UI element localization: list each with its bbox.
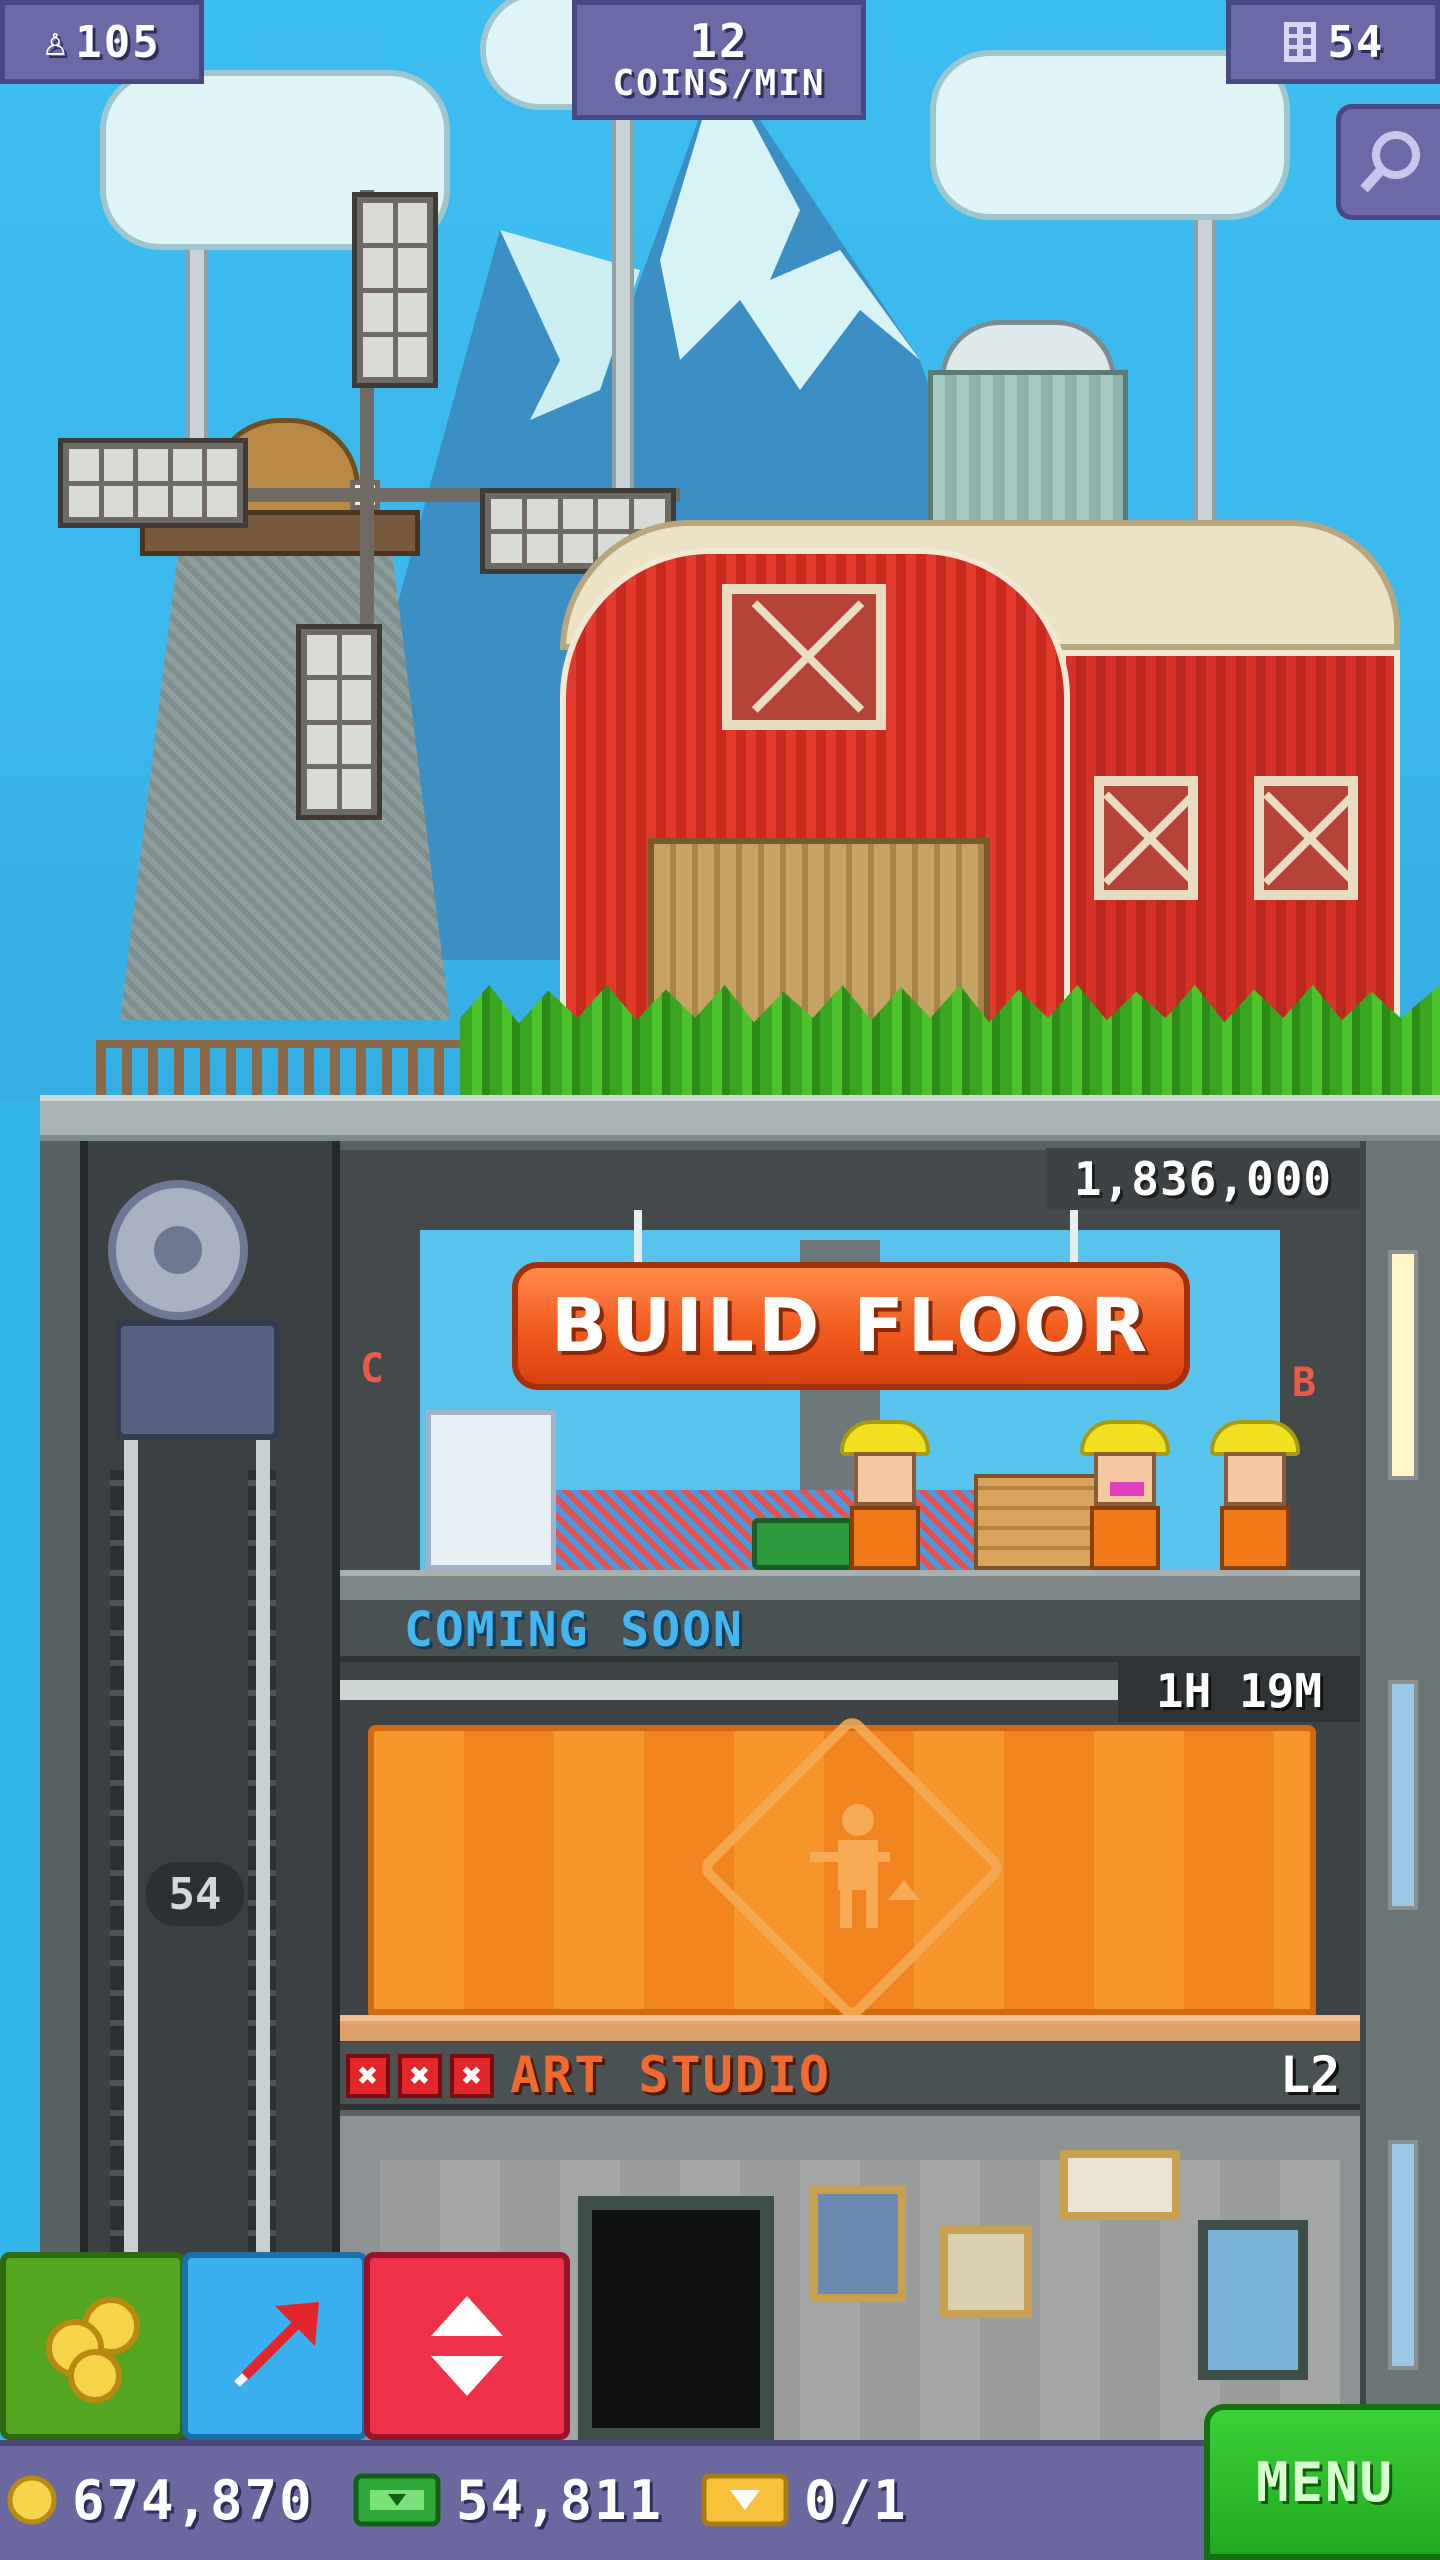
floor-tag-right: B	[1292, 1360, 1317, 1406]
population-value: 105	[75, 16, 161, 68]
wall-painting	[1060, 2150, 1180, 2220]
windmill-sail	[58, 438, 248, 528]
coins-rate-label: COINS/MIN	[612, 63, 826, 105]
arrow-up-right-icon	[234, 2302, 319, 2387]
coins-icon	[46, 2297, 140, 2403]
tower-side-window	[1388, 1680, 1418, 1910]
construction-worker	[1210, 1420, 1300, 1570]
tower-side-window	[1388, 2140, 1418, 2370]
coins-value: 674,870	[72, 2468, 314, 2532]
coins-button[interactable]	[0, 2252, 186, 2440]
art-studio-doorway	[578, 2196, 774, 2442]
material-block	[426, 1410, 556, 1570]
art-studio-window	[1198, 2220, 1308, 2380]
menu-button[interactable]: MENU	[1204, 2404, 1440, 2560]
bux-icon	[353, 2473, 441, 2527]
construction-status-text: COMING SOON	[404, 1602, 744, 1658]
worker-digging-icon	[810, 1804, 920, 1928]
stock-empty-icon: ✖	[346, 2054, 390, 2098]
sign-hanger	[634, 1210, 642, 1266]
art-studio-level: L2	[1280, 2046, 1341, 2104]
cloud-pole	[612, 110, 634, 530]
construction-worker	[1080, 1420, 1170, 1570]
sign-hanger	[1070, 1210, 1078, 1266]
magnifier-icon	[1359, 131, 1420, 193]
goto-floor-button[interactable]	[182, 2252, 368, 2440]
silo	[928, 370, 1128, 540]
elevator-floor-number: 54	[146, 1862, 244, 1926]
build-floor-price: 1,836,000	[1046, 1148, 1360, 1210]
barn-door	[648, 838, 990, 1028]
art-studio-name: ART STUDIO	[510, 2046, 832, 2104]
barn-window	[1254, 776, 1358, 900]
person-icon: ♙	[43, 19, 70, 65]
construction-floor-slab	[340, 2015, 1360, 2041]
bux-balance[interactable]: 54,811	[352, 2460, 663, 2540]
coins-rate-value: 12	[689, 13, 749, 68]
ticket-icon	[701, 2473, 789, 2527]
coins-rate-panel[interactable]: 12 COINS/MIN	[572, 0, 866, 120]
bux-value: 54,811	[456, 2468, 664, 2532]
up-down-arrows-icon	[431, 2296, 503, 2396]
population-counter[interactable]: ♙ 105	[0, 0, 204, 84]
build-floor-button[interactable]: BUILD FLOOR	[512, 1262, 1190, 1390]
tickets-value: 0/1	[804, 2468, 908, 2532]
windmill-sail	[352, 192, 438, 388]
elevator-pulley	[108, 1180, 248, 1320]
building-icon	[1283, 22, 1316, 62]
tickets-balance[interactable]: 0/1	[700, 2460, 908, 2540]
elevator-button[interactable]	[364, 2252, 570, 2440]
toolbox	[752, 1518, 854, 1570]
coin-icon	[7, 2475, 57, 2525]
wall-painting	[810, 2186, 906, 2302]
barn-window	[1094, 776, 1198, 900]
construction-worker	[840, 1420, 930, 1570]
floor-count-value: 54	[1327, 16, 1385, 68]
elevator-car[interactable]	[115, 1320, 280, 1440]
barn-loft-window	[722, 584, 886, 730]
wall-painting	[940, 2226, 1032, 2318]
fence	[96, 1040, 476, 1096]
cloud-pole	[1194, 170, 1216, 530]
build-floor-slab	[340, 1570, 1360, 1600]
zoom-button[interactable]	[1336, 104, 1440, 220]
stock-empty-icon: ✖	[450, 2054, 494, 2098]
floor-counter[interactable]: 54	[1226, 0, 1440, 84]
tower-roof	[40, 1095, 1440, 1141]
floor-tag-left: C	[360, 1346, 385, 1392]
windmill-sail	[296, 624, 382, 820]
construction-timer: 1H 19M	[1118, 1660, 1360, 1722]
stock-empty-icon: ✖	[398, 2054, 442, 2098]
tower-side-window	[1388, 1250, 1418, 1480]
coins-balance[interactable]: 674,870	[6, 2460, 314, 2540]
